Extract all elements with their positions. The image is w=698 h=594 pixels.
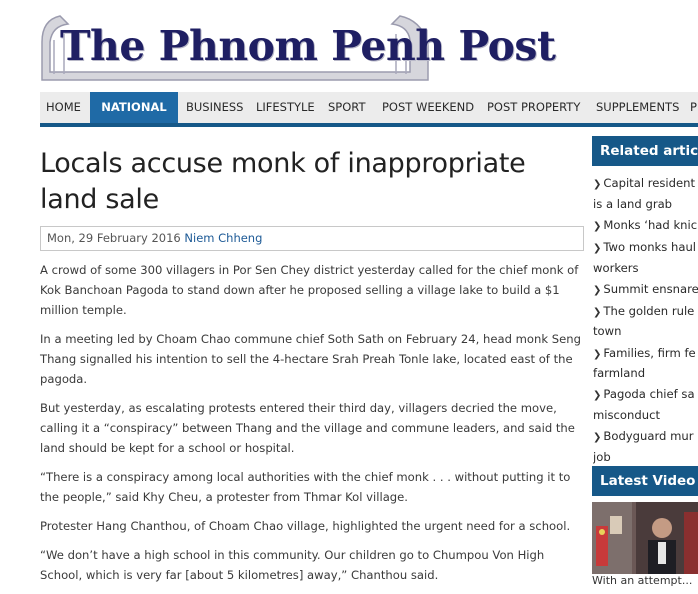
related-item[interactable]: ❯ Families, firm fe farmland: [593, 344, 698, 384]
chevron-right-icon: ❯: [593, 179, 602, 190]
nav-more[interactable]: P: [690, 92, 697, 123]
related-item-title-cont: job: [593, 449, 611, 464]
chevron-right-icon: ❯: [593, 242, 602, 254]
chevron-right-icon: ❯: [593, 348, 602, 360]
video-caption[interactable]: With an attempt...: [592, 574, 692, 587]
related-item[interactable]: ❯ Monks ‘had knic: [593, 216, 698, 237]
chevron-right-icon: ❯: [593, 220, 602, 232]
chevron-right-icon: ❯: [593, 306, 602, 318]
logo-text: The Phnom Penh Post: [60, 22, 556, 70]
video-still-image: [592, 502, 698, 574]
article-paragraph: In a meeting led by Choam Chao commune c…: [40, 332, 581, 386]
nav-post-weekend[interactable]: POST WEEKEND: [382, 92, 474, 123]
related-item[interactable]: ❯ Bodyguard mur job: [593, 427, 698, 467]
chevron-right-icon: ❯: [593, 284, 602, 296]
chevron-right-icon: ❯: [593, 432, 602, 444]
main-nav: HOME NATIONAL BUSINESS LIFESTYLE SPORT P…: [40, 92, 698, 127]
related-item[interactable]: ❯ Summit ensnare: [593, 280, 698, 301]
related-item-title-cont: misconduct: [593, 408, 660, 423]
related-item[interactable]: ❯ Capital resident is a land grab: [593, 174, 698, 214]
related-item-title-cont: is a land grab: [593, 196, 673, 211]
nav-business[interactable]: BUSINESS: [186, 92, 243, 123]
article-paragraph: “There is a conspiracy among local autho…: [40, 470, 571, 504]
nav-sport[interactable]: SPORT: [328, 92, 365, 123]
site-logo[interactable]: The Phnom Penh Post: [40, 12, 556, 84]
related-item-title: Pagoda chief sa: [603, 387, 695, 402]
nav-supplements[interactable]: SUPPLEMENTS: [596, 92, 679, 123]
nav-home[interactable]: HOME: [46, 92, 81, 123]
related-item-title: The golden rule: [603, 303, 695, 318]
related-item-title: Families, firm fe: [603, 345, 696, 360]
video-thumbnail[interactable]: [592, 502, 698, 574]
related-articles-list: ❯ Capital resident is a land grab ❯ Monks …: [593, 174, 698, 469]
related-item-title: Capital resident: [603, 176, 696, 190]
related-item-title: Two monks haul: [603, 239, 697, 254]
article-author[interactable]: Niem Chheng: [184, 231, 262, 245]
related-item-title: Monks ‘had knic: [603, 217, 698, 232]
nav-lifestyle[interactable]: LIFESTYLE: [256, 92, 315, 123]
related-item-title: Bodyguard mur: [603, 429, 694, 444]
article-date: Mon, 29 February 2016: [47, 231, 181, 245]
related-item-title-cont: farmland: [593, 366, 646, 381]
related-item-title-cont: town: [593, 324, 622, 339]
nav-post-property[interactable]: POST PROPERTY: [487, 92, 580, 123]
chevron-right-icon: ❯: [593, 390, 602, 402]
article-byline: Mon, 29 February 2016 Niem Chheng: [40, 226, 584, 251]
latest-video-header: Latest Video: [592, 466, 698, 496]
related-item-title: Summit ensnare: [603, 281, 698, 296]
nav-national[interactable]: NATIONAL: [90, 92, 178, 123]
related-articles-header: Related articl: [592, 136, 698, 166]
article-paragraph: A crowd of some 300 villagers in Por Sen…: [40, 263, 579, 317]
related-item-title-cont: workers: [593, 260, 639, 275]
article-paragraph: “We don’t have a high school in this com…: [40, 548, 545, 582]
article-paragraph: But yesterday, as escalating protests en…: [40, 401, 575, 455]
article-body: A crowd of some 300 villagers in Por Sen…: [40, 260, 585, 594]
article-paragraph: Protester Hang Chanthou, of Choam Chao v…: [40, 519, 571, 533]
related-item[interactable]: ❯ The golden rule town: [593, 302, 698, 342]
related-item[interactable]: ❯ Two monks haul workers: [593, 238, 698, 278]
article-headline: Locals accuse monk of inappropriate land…: [40, 148, 526, 215]
related-item[interactable]: ❯ Pagoda chief sa misconduct: [593, 385, 698, 425]
